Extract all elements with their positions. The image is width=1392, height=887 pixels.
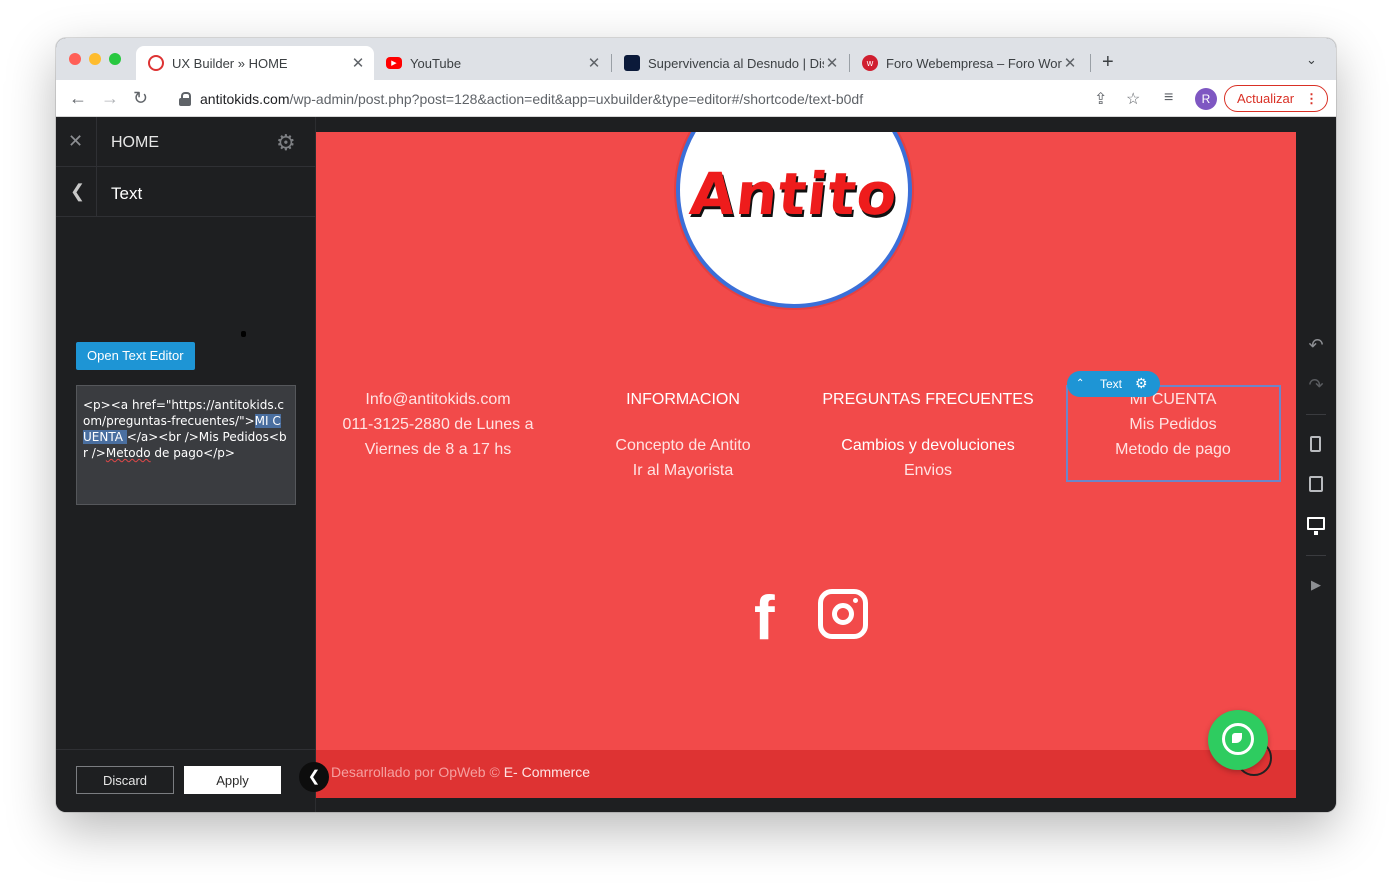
- rail-divider: [1306, 555, 1326, 556]
- browser-window: UX Builder » HOME ✕ ▶ YouTube ✕ Superviv…: [56, 38, 1336, 812]
- page-title: HOME: [111, 134, 159, 151]
- element-toolbar[interactable]: ⌃ Text ⚙: [1067, 371, 1160, 397]
- chevron-up-icon[interactable]: ⌃: [1076, 371, 1084, 397]
- tab-ux-builder[interactable]: UX Builder » HOME ✕: [136, 46, 374, 80]
- update-label: Actualizar: [1237, 91, 1295, 106]
- tab-separator: [1090, 54, 1091, 72]
- discovery-favicon-icon: [624, 55, 640, 71]
- close-tab-icon[interactable]: ✕: [350, 54, 366, 72]
- panel-title: Text: [111, 184, 143, 203]
- divider: [96, 167, 97, 217]
- copyright-bar: Desarrollado por OpWeb © E- Commerce: [316, 750, 1296, 798]
- antito-logo[interactable]: Antito: [676, 132, 912, 308]
- divider: [96, 117, 97, 167]
- tab-youtube[interactable]: ▶ YouTube ✕: [374, 46, 610, 80]
- apply-button[interactable]: Apply: [184, 766, 281, 794]
- reading-list-icon[interactable]: ≡: [1164, 89, 1173, 107]
- contact-hours: Viernes de 8 a 17 hs: [364, 441, 512, 458]
- bookmark-star-icon[interactable]: ☆: [1126, 89, 1140, 109]
- tab-title: UX Builder » HOME: [172, 55, 288, 71]
- info-column[interactable]: INFORMACION Concepto de Antito Ir al May…: [568, 387, 798, 483]
- minimize-window-button[interactable]: [89, 53, 101, 65]
- close-builder-icon[interactable]: ✕: [68, 131, 83, 152]
- url-path: /wp-admin/post.php?post=128&action=edit&…: [289, 91, 864, 107]
- facebook-icon[interactable]: f: [754, 588, 775, 650]
- rail-divider: [1306, 414, 1326, 415]
- undo-icon[interactable]: ↶: [1296, 335, 1336, 356]
- copyright-text: Desarrollado por OpWeb © E- Commerce: [331, 764, 590, 780]
- element-settings-gear-icon[interactable]: ⚙: [1135, 370, 1148, 396]
- contact-email: Info@antitokids.com: [365, 391, 511, 408]
- whatsapp-icon[interactable]: [1208, 710, 1268, 770]
- builder-sidebar: ✕ HOME ⚙ ❮ Text Open Text Editor <p><a h…: [56, 117, 316, 812]
- lock-icon: [178, 92, 192, 106]
- info-link-mayorista[interactable]: Ir al Mayorista: [568, 458, 798, 483]
- sidebar-header: ✕ HOME ⚙: [56, 117, 316, 167]
- builder-right-rail: ↶ ↷ ▶: [1296, 117, 1336, 812]
- tab-strip: UX Builder » HOME ✕ ▶ YouTube ✕ Superviv…: [56, 38, 1336, 80]
- copyright-prefix: Desarrollado por OpWeb ©: [331, 764, 500, 780]
- element-tag-label: Text: [1100, 377, 1123, 391]
- settings-gear-icon[interactable]: ⚙: [276, 130, 296, 156]
- info-link-concepto[interactable]: Concepto de Antito: [568, 433, 798, 458]
- faq-link-envios[interactable]: Envios: [813, 458, 1043, 483]
- tab-title: Supervivencia al Desnudo | Dis: [648, 55, 824, 71]
- faq-heading: PREGUNTAS FRECUENTES: [822, 391, 1034, 408]
- collapse-sidebar-button[interactable]: ❮: [299, 762, 329, 792]
- tab-webempresa[interactable]: w Foro Webempresa – Foro Word ✕: [850, 46, 1086, 80]
- copyright-link[interactable]: E- Commerce: [504, 764, 590, 780]
- close-tab-icon[interactable]: ✕: [824, 54, 840, 72]
- sidebar-footer: Discard Apply: [56, 749, 316, 812]
- youtube-favicon-icon: ▶: [386, 57, 402, 69]
- close-tab-icon[interactable]: ✕: [586, 54, 602, 72]
- builder-canvas: Antito Info@antitokids.com 011-3125-2880…: [316, 117, 1316, 812]
- discard-button[interactable]: Discard: [76, 766, 174, 794]
- tab-search-chevron-icon[interactable]: ⌄: [1306, 52, 1317, 68]
- faq-link-cambios[interactable]: Cambios y devoluciones: [813, 433, 1043, 458]
- webempresa-favicon-icon: w: [862, 55, 878, 71]
- instagram-icon[interactable]: [818, 589, 868, 639]
- contact-phone: 011-3125-2880 de Lunes a: [342, 416, 534, 433]
- faq-column[interactable]: PREGUNTAS FRECUENTES Cambios y devolucio…: [813, 387, 1043, 483]
- zoom-window-button[interactable]: [109, 53, 121, 65]
- code-spellcheck-word: Metodo: [105, 446, 151, 460]
- contact-column[interactable]: Info@antitokids.com 011-3125-2880 de Lun…: [323, 387, 553, 462]
- update-chrome-button[interactable]: Actualizar ⋮: [1224, 85, 1328, 112]
- tablet-preview-icon[interactable]: [1309, 476, 1323, 492]
- cursor-dot: [241, 331, 246, 337]
- play-preview-icon[interactable]: ▶: [1296, 577, 1336, 593]
- browser-toolbar: ← → ↻ antitokids.com/wp-admin/post.php?p…: [56, 80, 1336, 117]
- site-footer-preview: Antito Info@antitokids.com 011-3125-2880…: [316, 132, 1296, 798]
- panel-header: ❮ Text: [56, 167, 316, 217]
- close-window-button[interactable]: [69, 53, 81, 65]
- desktop-preview-icon[interactable]: [1307, 517, 1325, 535]
- back-chevron-icon[interactable]: ❮: [70, 181, 85, 202]
- html-code-textarea[interactable]: <p><a href="https://antitokids.com/pregu…: [76, 385, 296, 505]
- tab-discovery[interactable]: Supervivencia al Desnudo | Dis ✕: [612, 46, 848, 80]
- url-host: antitokids.com: [200, 91, 290, 107]
- info-heading: INFORMACION: [626, 391, 740, 408]
- antito-favicon-icon: [148, 55, 164, 71]
- profile-avatar[interactable]: R: [1195, 88, 1217, 110]
- code-text: de pago</p>: [150, 446, 235, 460]
- mobile-preview-icon[interactable]: [1310, 436, 1321, 452]
- new-tab-button[interactable]: +: [1102, 51, 1114, 74]
- address-bar[interactable]: antitokids.com/wp-admin/post.php?post=12…: [174, 85, 1094, 113]
- redo-icon[interactable]: ↷: [1296, 375, 1336, 396]
- reload-icon[interactable]: ↻: [133, 88, 148, 108]
- back-arrow-icon[interactable]: ←: [69, 88, 87, 108]
- code-text: <p><a href="https://antitokids.com/pregu…: [83, 398, 285, 428]
- close-tab-icon[interactable]: ✕: [1062, 54, 1078, 72]
- tab-title: YouTube: [410, 55, 462, 71]
- share-icon[interactable]: ⇪: [1094, 89, 1107, 109]
- open-text-editor-button[interactable]: Open Text Editor: [76, 342, 195, 370]
- tab-title: Foro Webempresa – Foro Word: [886, 55, 1062, 71]
- more-menu-icon[interactable]: ⋮: [1305, 86, 1318, 111]
- forward-arrow-icon[interactable]: →: [101, 88, 119, 108]
- logo-text: Antito: [686, 160, 902, 228]
- selected-element-outline: [1066, 385, 1281, 482]
